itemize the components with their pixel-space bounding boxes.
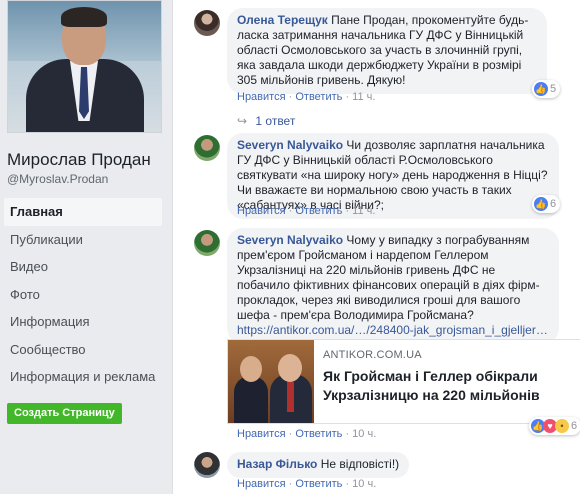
reply-arrow-icon: ↪ — [237, 114, 248, 128]
thumb-tie — [287, 382, 294, 412]
nav-item-posts[interactable]: Публикации — [4, 226, 162, 254]
view-replies-link[interactable]: ↪ 1 ответ — [237, 114, 295, 128]
reply-link[interactable]: Ответить — [295, 205, 342, 217]
comment-time[interactable]: 11 ч. — [352, 91, 375, 103]
comment-bubble: Severyn Nalyvaiko Чому у випадку з погра… — [227, 228, 559, 344]
reply-link[interactable]: Ответить — [295, 478, 342, 490]
profile-photo[interactable] — [7, 0, 162, 133]
wow-icon: • — [555, 419, 569, 433]
like-link[interactable]: Нравится — [237, 428, 286, 440]
separator: · — [345, 205, 350, 217]
link-preview-card[interactable]: ANTIKOR.COM.UA Як Гройсман і Геллер обік… — [227, 339, 580, 424]
thumbs-up-icon: 👍 — [534, 197, 548, 211]
profile-name[interactable]: Мирослав Продан — [7, 150, 151, 170]
profile-handle[interactable]: @Myroslav.Prodan — [7, 172, 108, 186]
link-preview-title: Як Гройсман і Геллер обікрали Укрзалізни… — [323, 368, 540, 403]
comments-panel: Олена Терещук Пане Продан, прокоментуйте… — [172, 0, 580, 494]
comment-actions: Нравится · Ответить · 10 ч. — [237, 478, 376, 490]
nav-item-about[interactable]: Информация — [4, 308, 162, 336]
thumb-face-left — [240, 356, 262, 382]
comment-actions: Нравится · Ответить · 11 ч. — [237, 205, 375, 217]
left-sidebar: Мирослав Продан @Myroslav.Prodan Главная… — [0, 0, 172, 494]
separator: · — [288, 91, 293, 103]
nav-item-photos[interactable]: Фото — [4, 281, 162, 309]
nav-item-home[interactable]: Главная — [4, 198, 162, 226]
create-page-button[interactable]: Создать Страницу — [7, 403, 122, 424]
reaction-number: 6 — [550, 198, 557, 210]
comment-author[interactable]: Severyn Nalyvaiko — [237, 233, 343, 247]
comment-author[interactable]: Назар Філько — [237, 457, 317, 471]
comment-link[interactable]: https://antikor.com.ua/…/248400-jak_groj… — [237, 323, 548, 337]
comment-bubble: Олена Терещук Пане Продан, прокоментуйте… — [227, 8, 547, 94]
comment-actions: Нравится · Ответить · 11 ч. — [237, 91, 375, 103]
like-link[interactable]: Нравится — [237, 478, 286, 490]
separator: · — [345, 428, 350, 440]
separator: · — [345, 91, 350, 103]
comment-actions: Нравится · Ответить · 10 ч. — [237, 428, 376, 440]
reaction-number: 6 — [571, 420, 578, 432]
reply-link[interactable]: Ответить — [295, 91, 342, 103]
nav-item-videos[interactable]: Видео — [4, 253, 162, 281]
avatar[interactable] — [194, 452, 220, 478]
avatar[interactable] — [194, 230, 220, 256]
comment-text: Не відповісті!) — [320, 457, 400, 471]
reaction-count[interactable]: 👍 5 — [532, 80, 561, 98]
nav-item-community[interactable]: Сообщество — [4, 336, 162, 364]
reply-link[interactable]: Ответить — [295, 428, 342, 440]
comment-time[interactable]: 10 ч. — [352, 428, 376, 440]
thumbs-up-icon: 👍 — [534, 82, 548, 96]
reaction-count[interactable]: 👍 6 — [532, 195, 561, 213]
comment-author[interactable]: Олена Терещук — [237, 13, 328, 27]
comment-time[interactable]: 10 ч. — [352, 478, 376, 490]
nav-item-ads-info[interactable]: Информация и реклама — [4, 363, 162, 391]
avatar[interactable] — [194, 10, 220, 36]
separator: · — [288, 428, 293, 440]
separator: · — [288, 478, 293, 490]
reaction-count[interactable]: 👍 ♥ • 6 — [529, 417, 580, 435]
avatar[interactable] — [194, 135, 220, 161]
thumb-face-right — [278, 354, 302, 382]
like-link[interactable]: Нравится — [237, 205, 286, 217]
link-preview-domain: ANTIKOR.COM.UA — [323, 349, 422, 361]
comment-author[interactable]: Severyn Nalyvaiko — [237, 138, 343, 152]
like-link[interactable]: Нравится — [237, 91, 286, 103]
replies-count: 1 ответ — [255, 114, 296, 128]
link-preview-thumbnail — [228, 340, 314, 423]
separator: · — [288, 205, 293, 217]
page-nav: Главная Публикации Видео Фото Информация… — [4, 198, 162, 391]
comment-bubble: Назар Філько Не відповісті!) — [227, 452, 410, 478]
thumb-person-left — [234, 376, 268, 423]
separator: · — [345, 478, 350, 490]
reaction-number: 5 — [550, 83, 557, 95]
comment-time[interactable]: 11 ч. — [352, 205, 375, 217]
photo-hair — [61, 7, 107, 27]
